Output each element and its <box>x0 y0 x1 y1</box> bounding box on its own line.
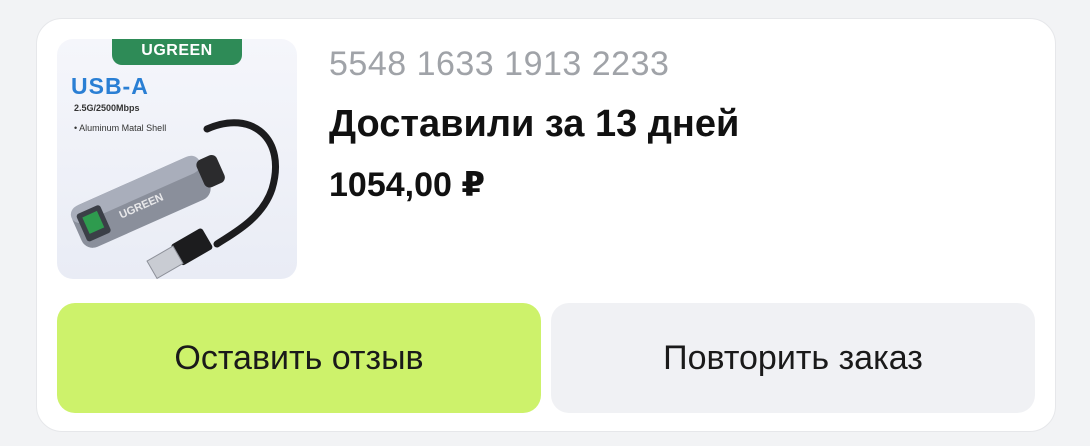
product-spec-shell: • Aluminum Matal Shell <box>74 123 167 133</box>
product-spec-speed: 2.5G/2500Mbps <box>74 103 140 113</box>
product-thumbnail[interactable]: UGREEN UGREEN USB-A 2.5G/2500Mbps • Alum… <box>57 39 297 279</box>
order-price: 1054,00 ₽ <box>329 166 486 204</box>
repeat-order-label: Повторить заказ <box>663 338 923 377</box>
order-card[interactable]: UGREEN UGREEN USB-A 2.5G/2500Mbps • Alum… <box>36 18 1056 432</box>
order-number: 5548 1633 1913 2233 <box>329 45 670 83</box>
leave-review-label: Оставить отзыв <box>174 338 424 377</box>
leave-review-button[interactable]: Оставить отзыв <box>57 303 541 413</box>
repeat-order-button[interactable]: Повторить заказ <box>551 303 1035 413</box>
brand-badge: UGREEN <box>112 39 242 65</box>
product-headline: USB-A <box>71 73 149 99</box>
delivery-status: Доставили за 13 дней <box>329 103 740 145</box>
